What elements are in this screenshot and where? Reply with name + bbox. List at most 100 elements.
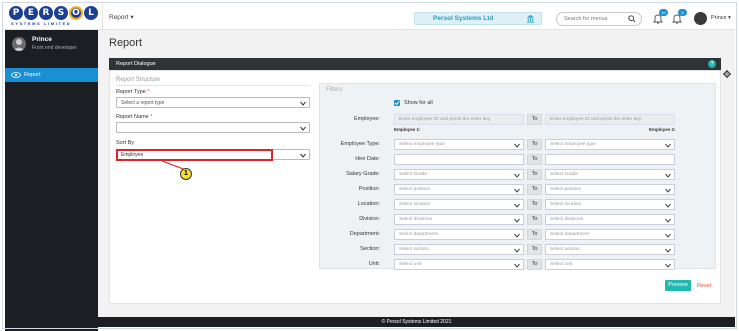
notifications-button[interactable]: 10 (652, 9, 668, 24)
company-name: Persol Systems Ltd (433, 15, 494, 22)
show-all-checkbox[interactable] (394, 100, 400, 106)
section-to-select[interactable]: Select section (545, 244, 675, 255)
salary-grade-to-select[interactable]: Select Grade (545, 169, 675, 180)
to-label: To (527, 259, 542, 270)
employee-type-from-select[interactable]: Select employee type (394, 139, 524, 150)
chevron-down-icon (300, 153, 306, 158)
employee-1-caption: Employee 1: (394, 127, 421, 132)
section-from-value: Select section (399, 247, 429, 252)
to-label: To (527, 229, 542, 240)
logo-letter: P (9, 6, 23, 20)
sidebar-item-label: Report (24, 72, 41, 78)
employee-type-label: Employee Type: (340, 141, 380, 147)
chevron-down-icon (514, 173, 520, 178)
required-mark: * (147, 89, 150, 95)
search-icon[interactable] (628, 15, 636, 23)
employee-type-from-value: Select employee type (399, 142, 445, 147)
chevron-down-icon (665, 263, 671, 268)
department-label: Department: (349, 231, 380, 237)
hire-date-to-input[interactable] (545, 154, 675, 165)
chevron-down-icon (514, 218, 520, 223)
chevron-down-icon (300, 101, 306, 106)
report-name-label-text: Report Name (116, 114, 149, 120)
report-type-select[interactable]: Select a report type (116, 97, 310, 108)
preview-button[interactable]: Preview (665, 280, 691, 291)
chevron-down-icon (514, 188, 520, 193)
unit-from-value: Select unit (399, 262, 422, 267)
sidebar: Prince Front end developer Report (5, 30, 98, 331)
employee-type-to-select[interactable]: Select employee type (545, 139, 675, 150)
required-mark: * (150, 114, 153, 120)
unit-from-select[interactable]: Select unit (394, 259, 524, 270)
divider (110, 305, 720, 306)
division-from-select[interactable]: Select divisions (394, 214, 524, 225)
section-label: Section: (360, 246, 380, 252)
show-all-label: Show for all (404, 100, 433, 106)
gear-icon[interactable] (723, 70, 731, 78)
section-from-select[interactable]: Select section (394, 244, 524, 255)
chevron-down-icon (514, 233, 520, 238)
report-type-value: Select a report type (121, 100, 165, 106)
location-to-select[interactable]: Select location (545, 199, 675, 210)
to-label: To (527, 214, 542, 225)
salary-grade-from-select[interactable]: Select Grade (394, 169, 524, 180)
chevron-down-icon (514, 203, 520, 208)
logo-wordmark: P E R S O L (9, 6, 98, 20)
employee-from-placeholder: Enter employee ID and press the enter ke… (399, 117, 491, 122)
search-input[interactable]: Search for menus (564, 16, 607, 22)
sort-by-label: Sort By (116, 140, 135, 146)
callout-marker: 1 (180, 168, 192, 180)
sidebar-item-report[interactable]: Report (5, 68, 98, 82)
position-from-value: Select position (399, 187, 431, 192)
logo-tagline: SYSTEMS LIMITED (11, 21, 72, 26)
main-content: Report Report Dialogue ? Report Structur… (98, 30, 735, 317)
employee-label: Employee: (354, 116, 380, 122)
company-selector[interactable]: Persol Systems Ltd (414, 12, 542, 25)
report-name-select[interactable] (116, 122, 310, 133)
page-title: Report (109, 37, 143, 49)
logo-letter: E (24, 6, 38, 20)
position-to-value: Select position (550, 187, 582, 192)
brand-logo[interactable]: P E R S O L SYSTEMS LIMITED (9, 6, 101, 28)
department-to-select[interactable]: Select department (545, 229, 675, 240)
to-label: To (527, 169, 542, 180)
employee-type-to-value: Select employee type (550, 142, 596, 147)
hire-date-from-input[interactable] (394, 154, 524, 165)
user-menu[interactable]: Prince ▾ (711, 15, 731, 21)
help-icon[interactable]: ? (708, 60, 716, 68)
check-icon (394, 101, 400, 106)
dialog-title: Report Dialogue (116, 61, 156, 67)
menu-search[interactable]: Search for menus (556, 12, 642, 26)
section-to-value: Select section (550, 247, 580, 252)
alerts-button[interactable]: 3 (671, 9, 687, 24)
to-label: To (527, 244, 542, 255)
user-name: Prince (711, 15, 727, 21)
filters-legend: Filters (326, 87, 343, 93)
avatar[interactable] (694, 12, 707, 25)
unit-to-value: Select unit (550, 262, 573, 267)
location-from-select[interactable]: Select location (394, 199, 524, 210)
chevron-down-icon (514, 143, 520, 148)
position-label: Position: (358, 186, 380, 192)
employee-from-input[interactable]: Enter employee ID and press the enter ke… (394, 114, 524, 125)
reset-button[interactable]: Reset (697, 283, 711, 289)
report-type-label-text: Report Type (116, 89, 146, 95)
report-type-label: Report Type * (116, 89, 150, 95)
location-from-value: Select location (399, 202, 431, 207)
chevron-down-icon (665, 233, 671, 238)
unit-to-select[interactable]: Select unit (545, 259, 675, 270)
salary-grade-from-value: Select Grade (399, 172, 427, 177)
division-to-select[interactable]: Select divisions (545, 214, 675, 225)
copyright-text: © Persol Systems Limited 2021 (381, 319, 452, 325)
sidebar-user-role: Front end developer (32, 45, 77, 51)
hire-date-label: Hire Date: (355, 156, 380, 162)
caret-down-icon: ▾ (726, 15, 731, 21)
position-to-select[interactable]: Select position (545, 184, 675, 195)
logo-letter: O (69, 6, 83, 20)
module-menu-label: Report (109, 14, 129, 21)
department-from-select[interactable]: Select department (394, 229, 524, 240)
top-bar: P E R S O L SYSTEMS LIMITED Report ▾ Per… (5, 4, 735, 30)
module-menu[interactable]: Report ▾ (109, 13, 134, 21)
employee-to-input[interactable]: Enter employee ID and press the enter ke… (545, 114, 675, 125)
position-from-select[interactable]: Select position (394, 184, 524, 195)
